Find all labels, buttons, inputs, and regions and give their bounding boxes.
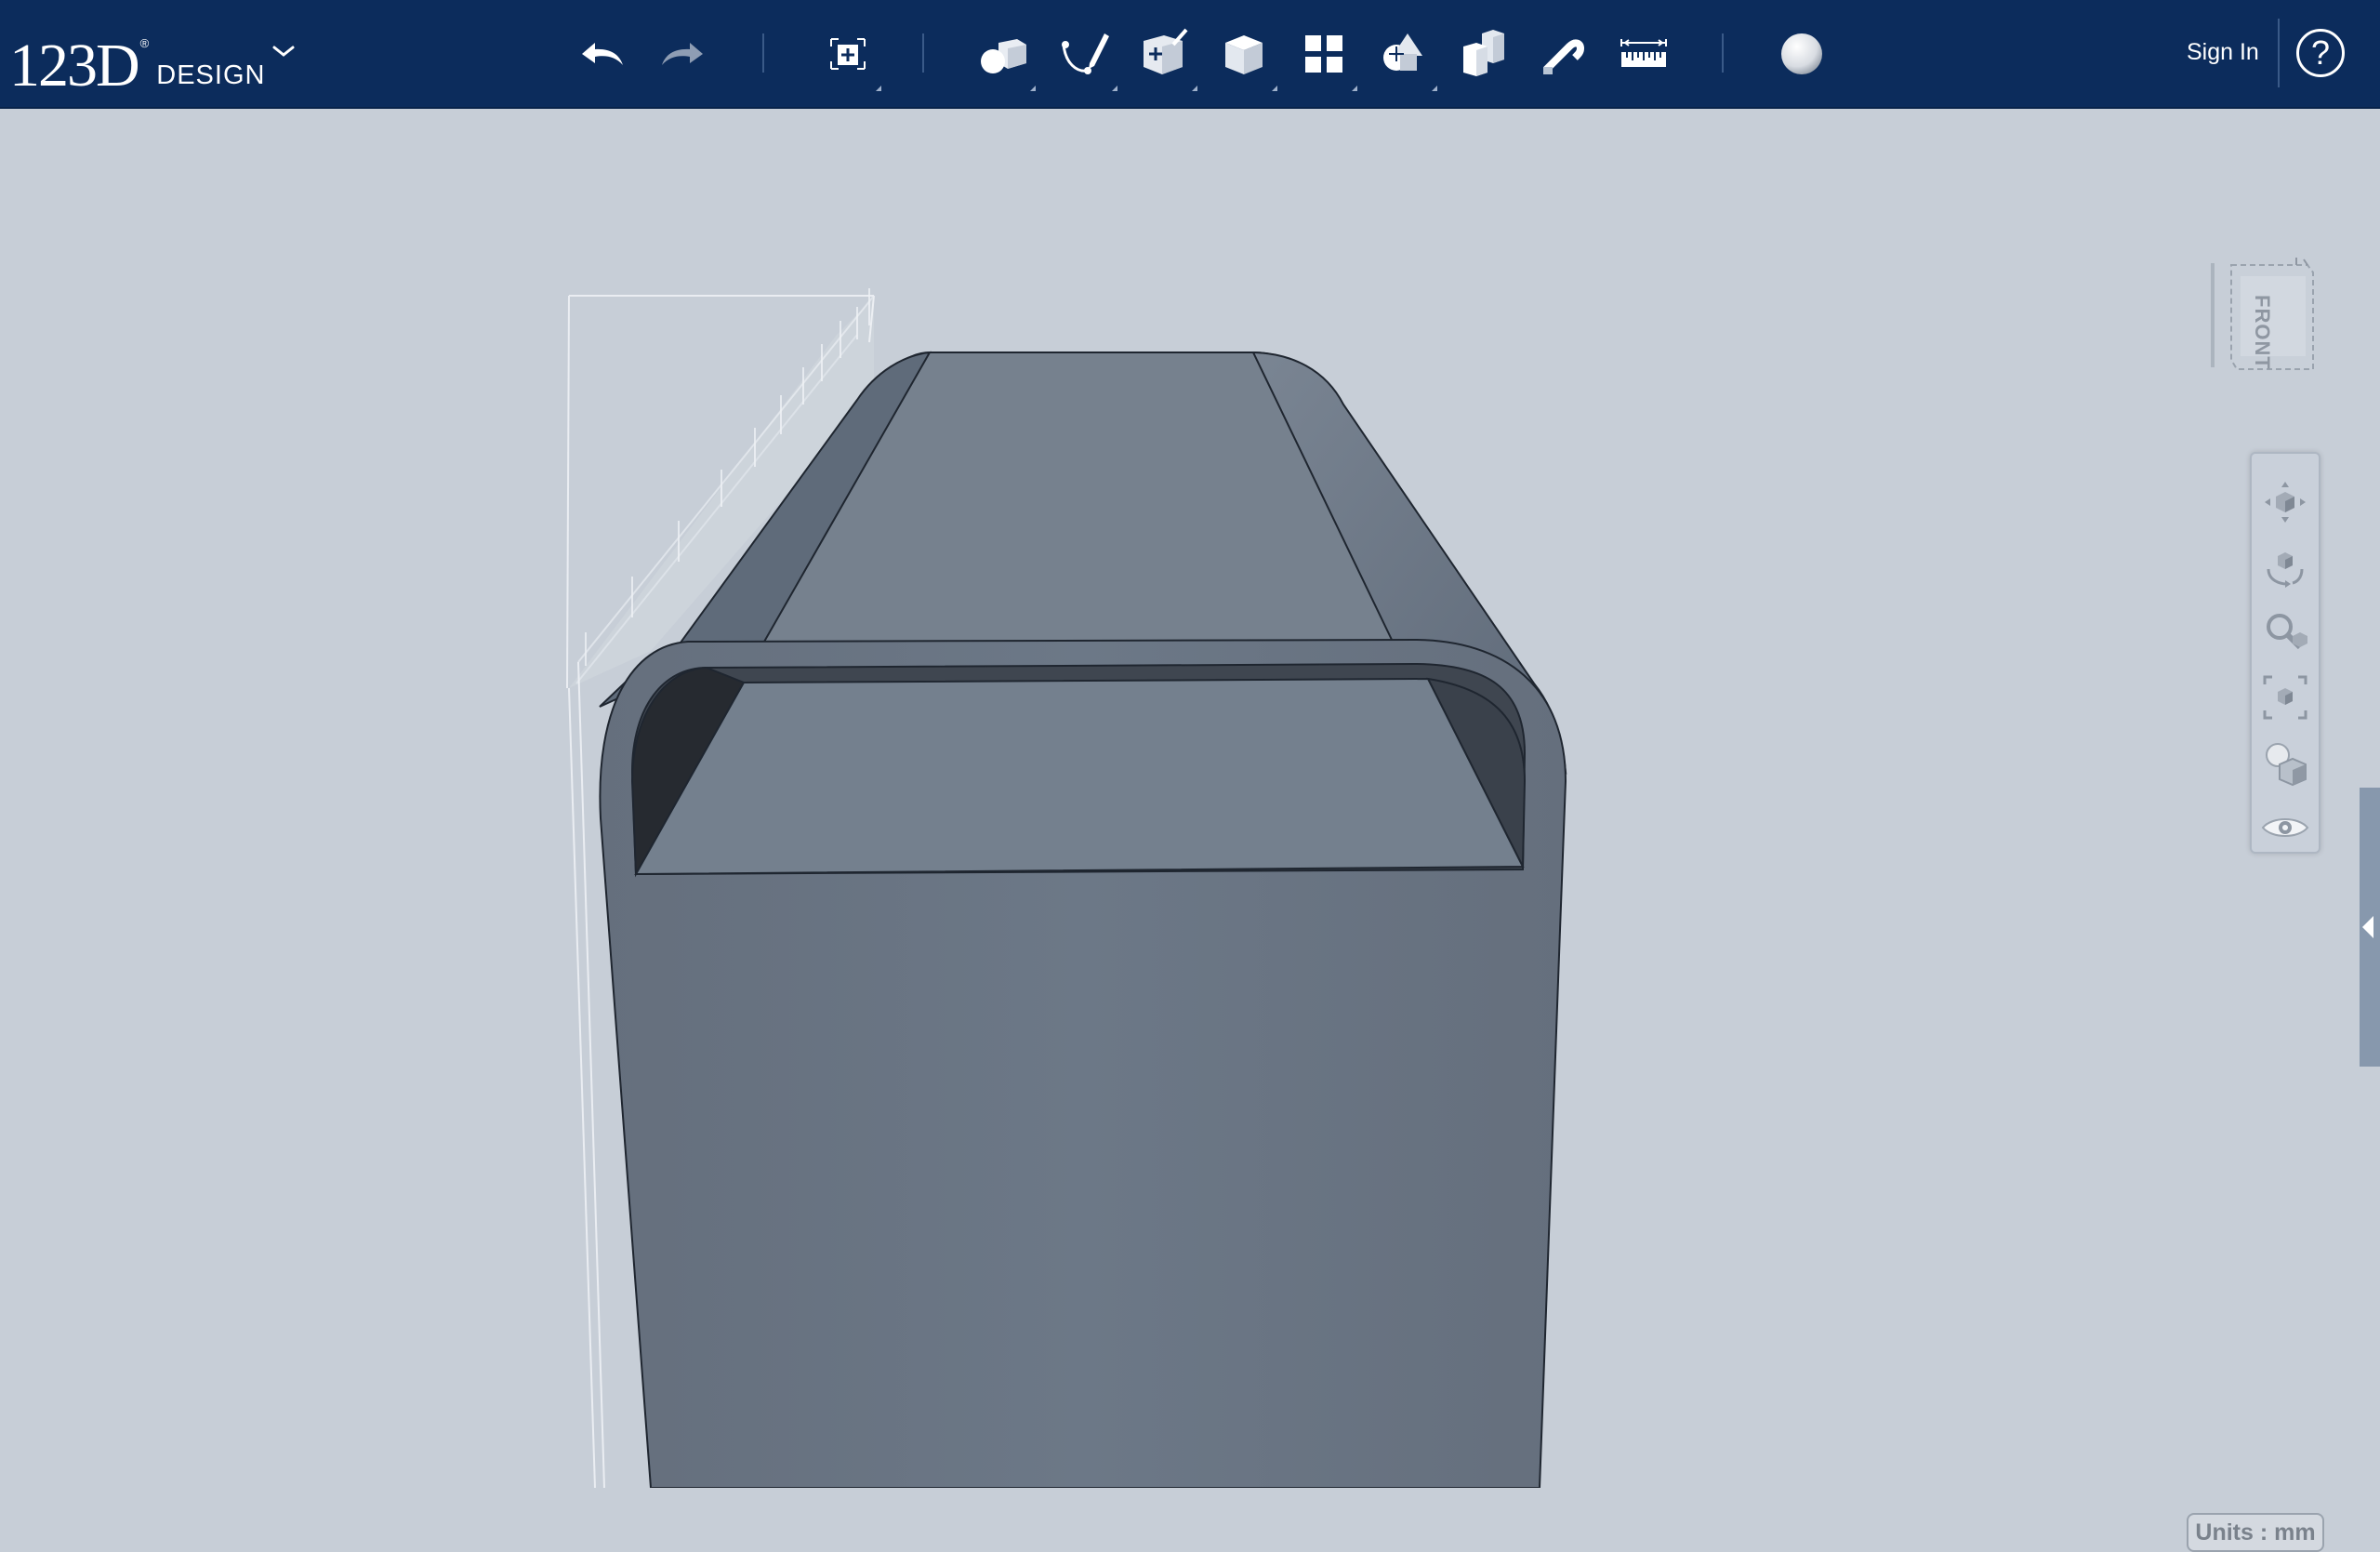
logo-registered-mark: ®	[139, 36, 150, 50]
dropdown-corner-icon	[1112, 86, 1117, 91]
primitives-icon	[981, 39, 1026, 73]
pattern-button[interactable]	[1294, 24, 1357, 91]
redo-button[interactable]	[653, 24, 712, 84]
toolbar-separator	[762, 33, 764, 73]
sketch-button[interactable]	[1054, 24, 1117, 91]
pan-button[interactable]	[2257, 474, 2313, 530]
visibility-button[interactable]	[2257, 800, 2313, 856]
toolbar-separator	[1722, 33, 1724, 73]
view-mode-icon	[2266, 743, 2307, 787]
grouping-button[interactable]	[1374, 24, 1437, 91]
toolbar-separator	[2278, 19, 2280, 87]
navigation-bar	[2250, 452, 2320, 854]
combine-button[interactable]	[1454, 24, 1514, 84]
pattern-icon	[1305, 35, 1342, 73]
combine-icon	[1463, 30, 1504, 76]
transform-button[interactable]	[818, 24, 881, 91]
top-toolbar: 123D ® DESIGN Sign In ?	[0, 0, 2380, 109]
logo-word: DESIGN	[156, 60, 266, 90]
construct-icon	[1144, 28, 1188, 74]
zoom-button[interactable]	[2257, 604, 2313, 660]
toolbar-separator	[922, 33, 924, 73]
undo-icon	[582, 43, 623, 65]
dropdown-corner-icon	[1352, 86, 1357, 91]
zoom-icon	[2267, 614, 2307, 650]
undo-button[interactable]	[573, 24, 632, 84]
pan-icon	[2265, 482, 2306, 523]
3d-model	[566, 288, 1567, 1488]
modify-icon	[1225, 35, 1263, 74]
fit-icon	[2263, 675, 2307, 720]
dropdown-corner-icon	[1192, 86, 1197, 91]
orbit-button[interactable]	[2257, 539, 2313, 595]
model-opening-floor	[634, 677, 1525, 876]
grouping-icon	[1383, 33, 1422, 71]
logo-number: 123D	[9, 32, 140, 99]
app-logo[interactable]: 123D ® DESIGN	[9, 13, 265, 97]
collapse-arrow-icon[interactable]	[2362, 916, 2373, 938]
dropdown-corner-icon	[876, 86, 881, 91]
dropdown-corner-icon	[1030, 86, 1036, 91]
dropdown-corner-icon	[1432, 86, 1437, 91]
app-menu-chevron-icon[interactable]	[271, 43, 296, 60]
units-indicator[interactable]: Units : mm	[2187, 1513, 2324, 1552]
redo-icon	[662, 43, 703, 65]
sketch-icon	[1062, 33, 1109, 74]
transform-icon	[830, 38, 866, 70]
modify-button[interactable]	[1214, 24, 1277, 91]
orbit-icon	[2267, 552, 2304, 588]
help-button[interactable]: ?	[2296, 29, 2345, 77]
view-mode-button[interactable]	[2257, 735, 2313, 790]
eye-icon	[2261, 818, 2309, 837]
view-cube-front-label[interactable]: FRONT	[2241, 295, 2283, 370]
snap-icon	[1543, 39, 1585, 74]
3d-viewport[interactable]: FRONT Units: mm	[0, 109, 2380, 1552]
measure-icon	[1620, 39, 1667, 67]
material-icon	[1781, 33, 1822, 74]
snap-button[interactable]	[1534, 24, 1593, 84]
primitives-button[interactable]	[972, 24, 1036, 91]
measure-button[interactable]	[1614, 24, 1673, 84]
construct-button[interactable]	[1134, 24, 1197, 91]
fit-button[interactable]	[2257, 670, 2313, 725]
dropdown-corner-icon	[1272, 86, 1277, 91]
sign-in-link[interactable]: Sign In	[2187, 39, 2259, 66]
material-button[interactable]	[1772, 24, 1831, 84]
